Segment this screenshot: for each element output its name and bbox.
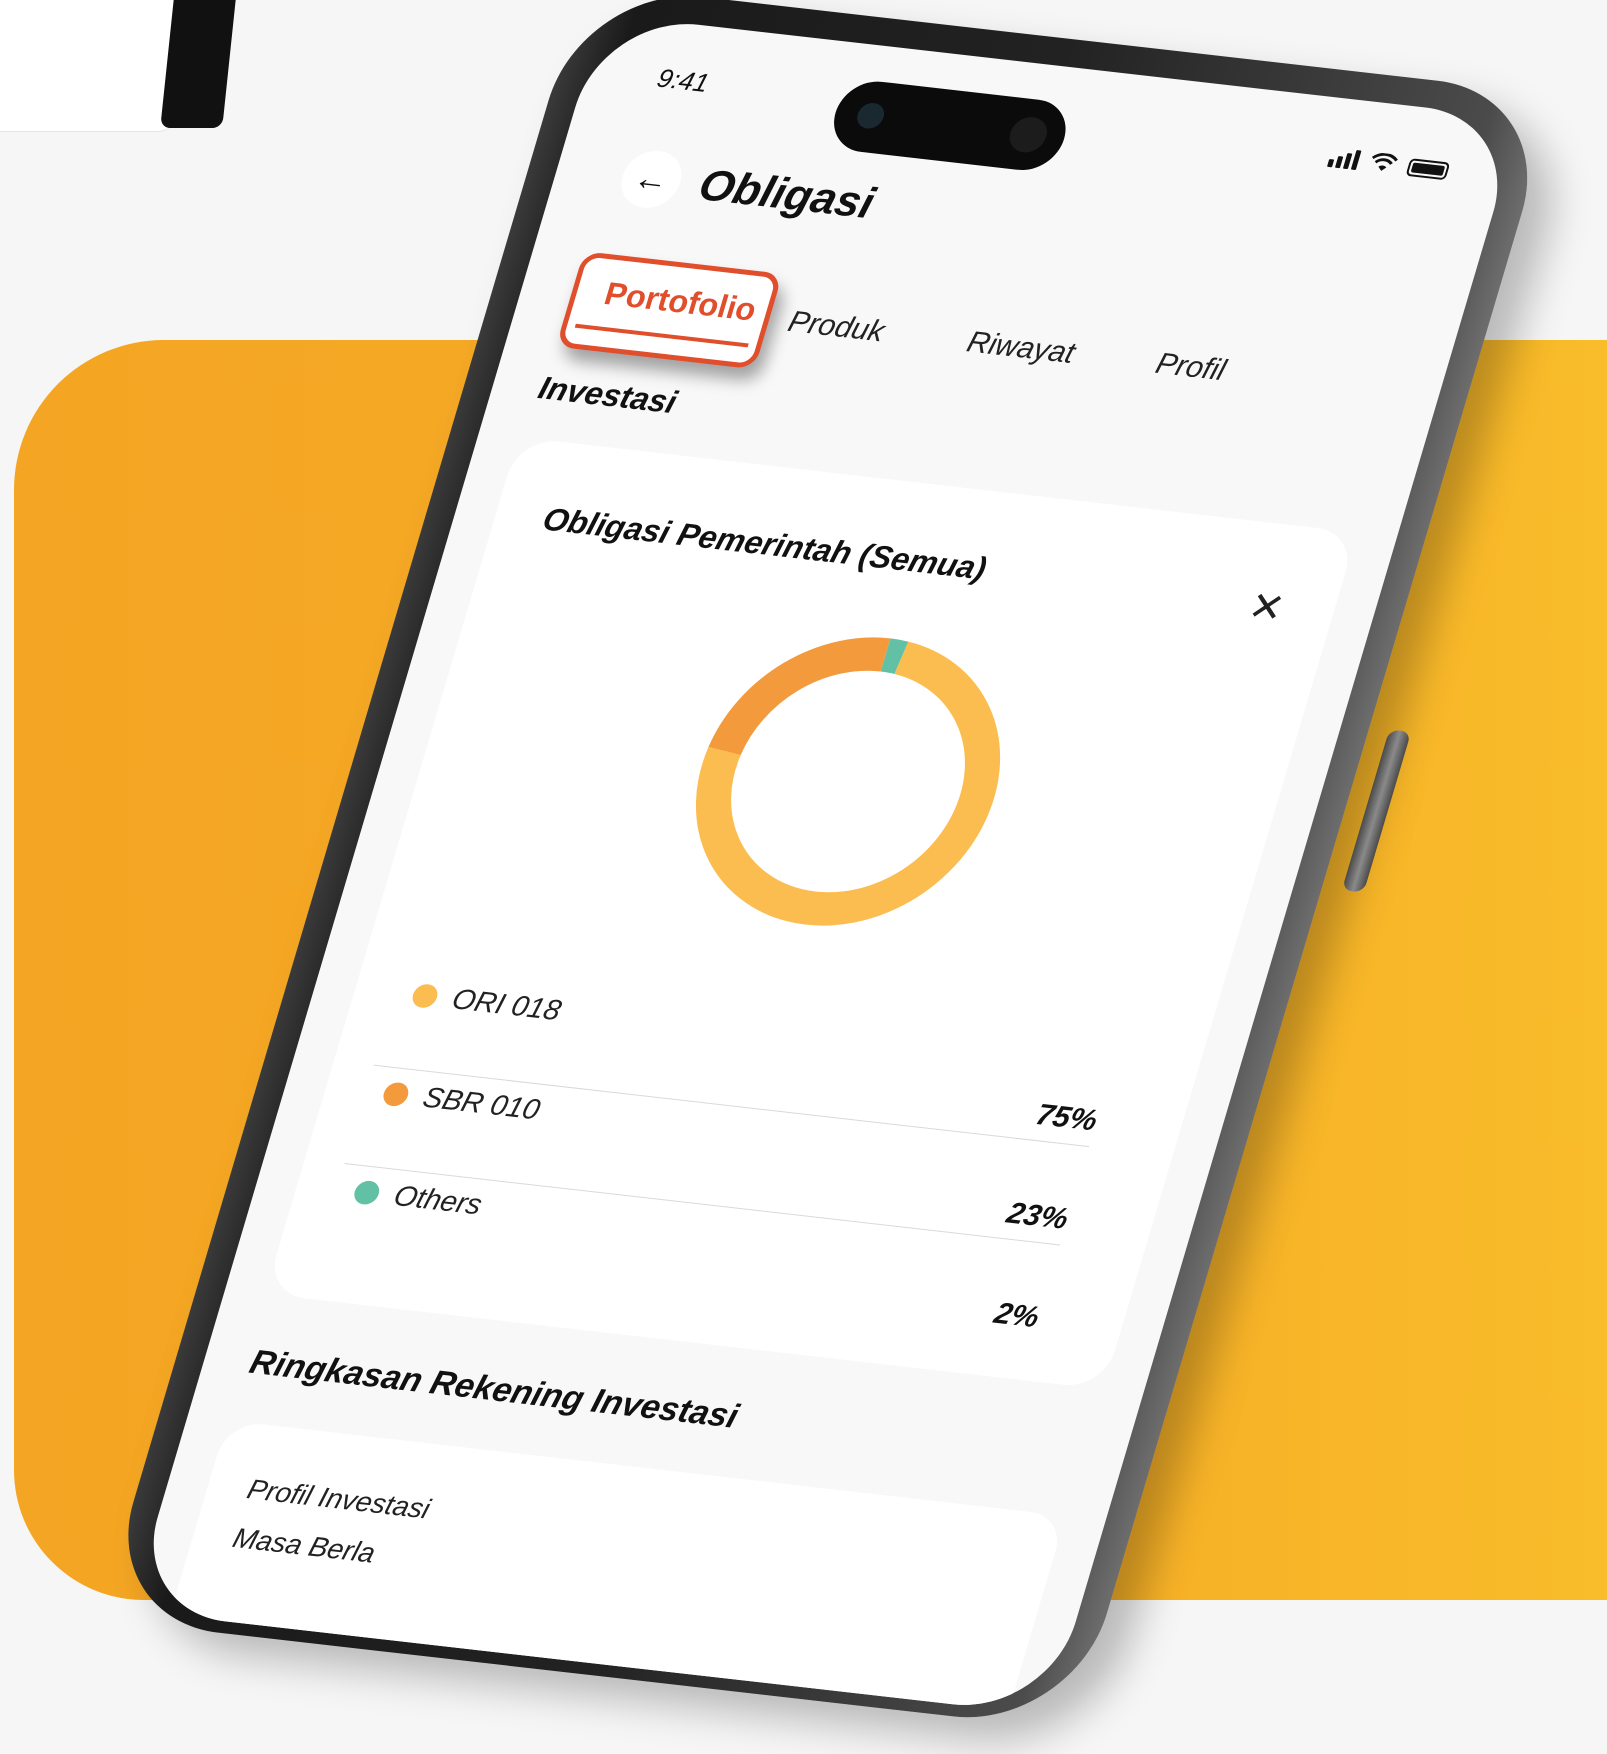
legend-value: 23% — [1003, 1196, 1073, 1236]
page-title: Obligasi — [693, 160, 880, 228]
donut-chart — [695, 637, 1001, 926]
tab-portofolio[interactable]: Portofolio — [555, 251, 783, 370]
donut-slice-others — [880, 638, 909, 675]
card-title: Obligasi Pemerintah (Semua) — [538, 500, 991, 587]
tab-label: Portofolio — [600, 275, 761, 328]
legend-value: 75% — [1032, 1098, 1102, 1138]
back-button[interactable]: ← — [614, 147, 689, 211]
background-card — [0, 0, 182, 132]
battery-icon — [1405, 158, 1451, 181]
donut-slice-ori-018 — [695, 641, 1001, 926]
close-icon: ✕ — [1243, 584, 1290, 632]
wifi-icon — [1371, 152, 1398, 171]
section-title-ringkasan: Ringkasan Rekening Investasi — [245, 1343, 743, 1436]
sensor-icon — [853, 101, 888, 130]
tab-profil[interactable]: Profil — [1152, 347, 1229, 388]
camera-icon — [1005, 115, 1052, 155]
close-button[interactable]: ✕ — [1243, 583, 1290, 632]
status-icons — [1326, 147, 1451, 181]
summary-label: Profil Investasi — [243, 1473, 434, 1525]
chart-legend: ORI 018 75% SBR 010 23% Others 2% — [316, 967, 1119, 1343]
legend-label: Others — [389, 1180, 486, 1222]
dynamic-island — [825, 77, 1075, 174]
legend-dot — [409, 982, 441, 1010]
section-title-investasi: Investasi — [534, 369, 681, 421]
signal-icon — [1326, 147, 1362, 171]
legend-dot — [351, 1179, 383, 1206]
summary-label: Masa Berla — [229, 1522, 380, 1569]
status-time: 9:41 — [653, 62, 713, 98]
donut-slice-sbr-010 — [708, 637, 891, 756]
arrow-left-icon: ← — [629, 158, 675, 200]
legend-label: ORI 018 — [448, 983, 565, 1027]
legend-label: SBR 010 — [419, 1081, 544, 1127]
tab-riwayat[interactable]: Riwayat — [963, 326, 1079, 371]
header: ← Obligasi — [614, 147, 881, 233]
tab-produk[interactable]: Produk — [784, 305, 888, 349]
tab-active-indicator — [574, 323, 749, 348]
legend-value: 2% — [990, 1297, 1044, 1335]
legend-dot — [380, 1081, 412, 1108]
